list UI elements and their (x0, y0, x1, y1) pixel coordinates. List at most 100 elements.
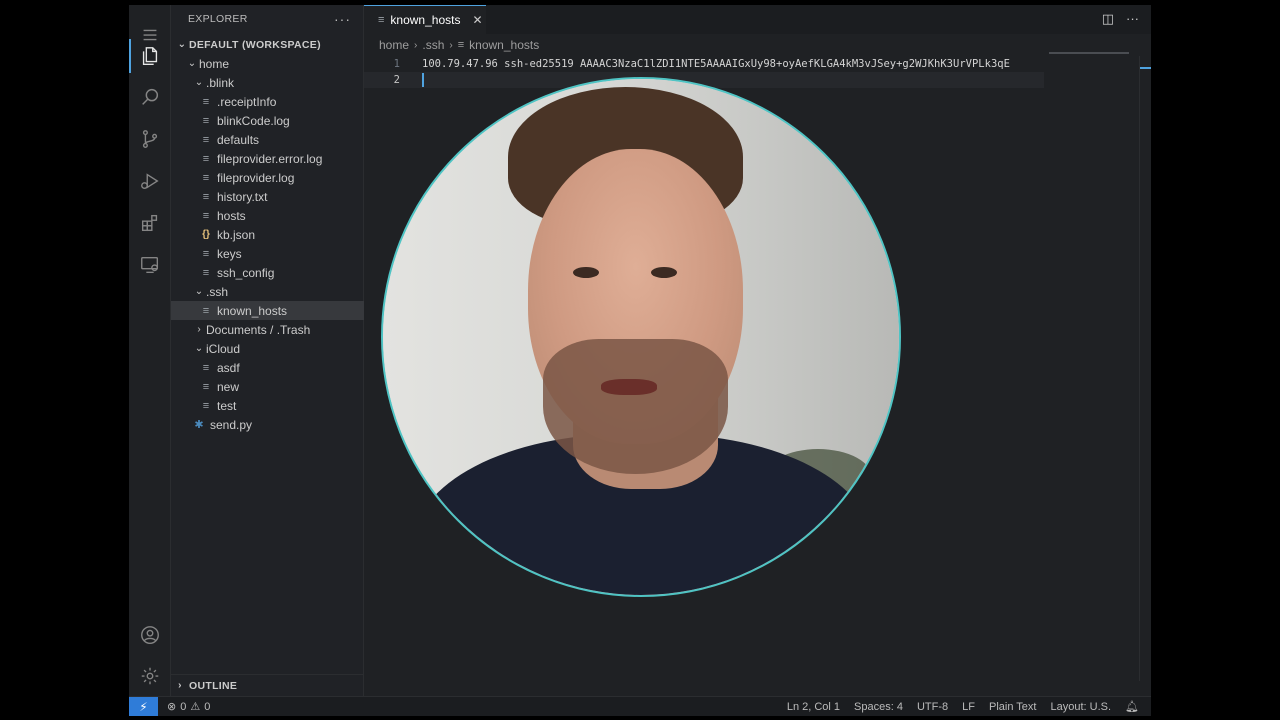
explorer-sidebar: EXPLORER ··· ⌄ DEFAULT (WORKSPACE) ⌄ hom… (171, 5, 364, 696)
explorer-title: EXPLORER (188, 13, 248, 25)
error-count: 0 (180, 700, 187, 713)
tree-file[interactable]: ≡ blinkCode.log (171, 111, 364, 130)
breadcrumb-item[interactable]: known_hosts (469, 38, 539, 52)
file-lines-icon: ≡ (202, 152, 210, 165)
webcam-person-eye (651, 267, 677, 278)
account-icon[interactable] (129, 614, 171, 656)
status-bar: ⚡ ⊗ 0 ⚠ 0 Ln 2, Col 1 Spaces: 4 UTF-8 LF… (129, 696, 1151, 716)
remote-indicator-icon[interactable]: ⚡ (129, 696, 158, 716)
keyboard-layout[interactable]: Layout: U.S. (1050, 701, 1111, 713)
file-lines-icon: ≡ (457, 39, 465, 51)
python-file-icon: ✱ (194, 419, 204, 431)
remote-explorer-icon[interactable] (129, 244, 171, 286)
explorer-icon[interactable] (129, 35, 171, 77)
file-tree: ⌄ DEFAULT (WORKSPACE) ⌄ home ⌄ .blink ≡ … (171, 35, 364, 434)
tree-file[interactable]: ≡ new (171, 377, 364, 396)
tree-file[interactable]: ≡ defaults (171, 130, 364, 149)
outline-section[interactable]: › OUTLINE (171, 674, 364, 696)
line-number: 1 (393, 58, 400, 70)
tree-file[interactable]: ≡ fileprovider.log (171, 168, 364, 187)
editor-actions: ◫ ··· (1102, 11, 1139, 27)
workspace-root[interactable]: ⌄ DEFAULT (WORKSPACE) (171, 35, 364, 54)
file-lines-icon: ≡ (202, 247, 210, 260)
chevron-right-icon: › (414, 39, 418, 51)
tree-file[interactable]: ✱ send.py (171, 415, 364, 434)
run-debug-icon[interactable] (129, 160, 171, 202)
extensions-icon[interactable] (129, 202, 171, 244)
code-line[interactable]: 1 100.79.47.96 ssh-ed25519 AAAAC3NzaC1lZ… (364, 56, 1044, 72)
tree-file[interactable]: ≡ asdf (171, 358, 364, 377)
tree-file[interactable]: ≡ history.txt (171, 187, 364, 206)
cursor-position-marker (1140, 67, 1151, 69)
split-editor-icon[interactable]: ◫ (1102, 11, 1114, 27)
file-lines-icon: ≡ (202, 95, 210, 108)
file-lines-icon: ≡ (202, 266, 210, 279)
line-text[interactable]: 100.79.47.96 ssh-ed25519 AAAAC3NzaC1lZDI… (422, 58, 1010, 70)
webcam-person-mouth (601, 379, 657, 395)
tree-folder-home[interactable]: ⌄ home (171, 54, 364, 73)
webcam-person-beard (543, 339, 728, 474)
file-lines-icon: ≡ (378, 14, 385, 26)
chevron-down-icon: ⌄ (187, 58, 197, 69)
problems-indicator[interactable]: ⊗ 0 ⚠ 0 (167, 700, 211, 714)
end-of-line[interactable]: LF (962, 701, 975, 713)
tab-label: known_hosts (390, 13, 461, 27)
language-mode[interactable]: Plain Text (989, 701, 1037, 713)
workspace-label: DEFAULT (WORKSPACE) (189, 38, 321, 51)
settings-gear-icon[interactable] (129, 655, 171, 697)
search-icon[interactable] (129, 76, 171, 118)
chevron-right-icon: › (449, 39, 453, 51)
tree-folder-ssh[interactable]: ⌄ .ssh (171, 282, 364, 301)
file-lines-icon: ≡ (202, 304, 210, 317)
tree-file[interactable]: {} kb.json (171, 225, 364, 244)
file-lines-icon: ≡ (202, 133, 210, 146)
indentation[interactable]: Spaces: 4 (854, 701, 903, 713)
bell-icon[interactable]: 🔔︎ (1125, 700, 1139, 713)
file-lines-icon: ≡ (202, 361, 210, 374)
tree-folder-blink[interactable]: ⌄ .blink (171, 73, 364, 92)
tree-file[interactable]: ≡ fileprovider.error.log (171, 149, 364, 168)
status-right: Ln 2, Col 1 Spaces: 4 UTF-8 LF Plain Tex… (787, 697, 1139, 716)
explorer-header: EXPLORER ··· (171, 5, 363, 33)
more-actions-icon[interactable]: ··· (1126, 11, 1139, 27)
chevron-down-icon: ⌄ (177, 39, 187, 50)
breadcrumb-item[interactable]: home (379, 38, 409, 52)
file-lines-icon: ≡ (202, 190, 210, 203)
encoding[interactable]: UTF-8 (917, 701, 948, 713)
warning-count: 0 (204, 700, 211, 713)
cursor-position[interactable]: Ln 2, Col 1 (787, 701, 840, 713)
tab-bar: ≡ known_hosts ✕ ◫ ··· (364, 5, 1151, 34)
file-lines-icon: ≡ (202, 209, 210, 222)
file-lines-icon: ≡ (202, 399, 210, 412)
tree-file[interactable]: ≡ keys (171, 244, 364, 263)
chevron-down-icon: ⌄ (194, 286, 204, 297)
tree-folder-icloud[interactable]: ⌄ iCloud (171, 339, 364, 358)
chevron-down-icon: ⌄ (194, 343, 204, 354)
error-icon: ⊗ (167, 701, 177, 713)
webcam-person-eye (573, 267, 599, 278)
file-lines-icon: ≡ (202, 171, 210, 184)
chevron-down-icon: ⌄ (194, 77, 204, 88)
breadcrumb-item[interactable]: .ssh (422, 38, 444, 52)
tree-file[interactable]: ≡ ssh_config (171, 263, 364, 282)
tree-file[interactable]: ≡ .receiptInfo (171, 92, 364, 111)
close-icon[interactable]: ✕ (472, 13, 482, 27)
activity-bar (129, 5, 171, 696)
json-file-icon: {} (202, 229, 210, 240)
outline-label: OUTLINE (189, 679, 238, 692)
breadcrumb: home › .ssh › ≡ known_hosts (364, 34, 1151, 56)
chevron-right-icon: › (178, 680, 182, 691)
source-control-icon[interactable] (129, 118, 171, 160)
warning-icon: ⚠ (190, 701, 201, 713)
tree-file-selected[interactable]: ≡ known_hosts (171, 301, 364, 320)
tab-known-hosts[interactable]: ≡ known_hosts ✕ (364, 5, 486, 34)
chevron-right-icon: › (197, 324, 201, 335)
tree-file[interactable]: ≡ test (171, 396, 364, 415)
more-actions-icon[interactable]: ··· (334, 11, 351, 27)
file-lines-icon: ≡ (202, 114, 210, 127)
tree-folder-documents[interactable]: › Documents / .Trash (171, 320, 364, 339)
tree-file[interactable]: ≡ hosts (171, 206, 364, 225)
minimap[interactable] (1049, 52, 1129, 54)
vertical-scrollbar[interactable] (1139, 56, 1151, 681)
file-lines-icon: ≡ (202, 380, 210, 393)
